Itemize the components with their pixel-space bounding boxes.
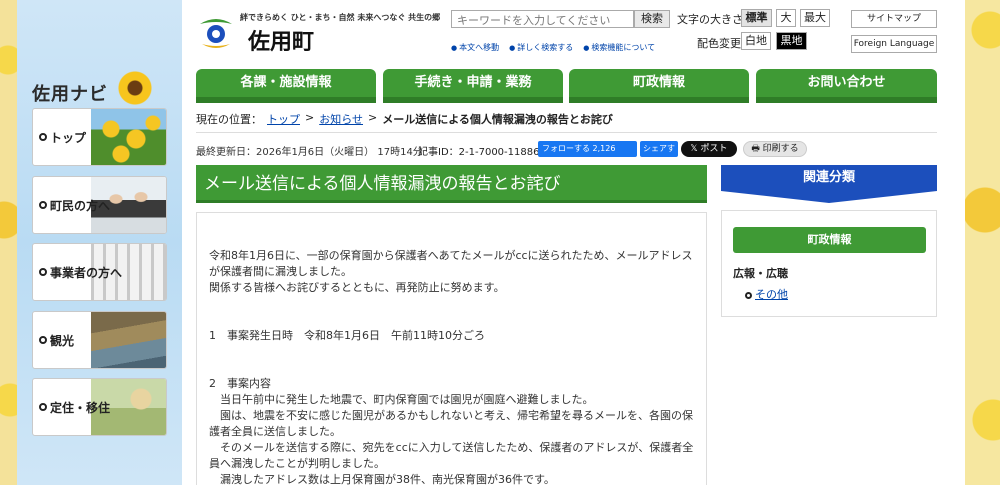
town-logo-icon [200,19,232,48]
tab-procedures[interactable]: 手続き・申請・業務 [383,69,563,103]
bullet-icon [39,133,47,141]
related-category-title: 関連分類 [721,165,937,191]
breadcrumb: 現在の位置： トップ > お知らせ > メール送信による個人情報漏洩の報告とお詫… [196,111,613,127]
paragraph: 関係する皆様へお詫びするとともに、再発防止に努めます。 [209,281,505,294]
foreign-language-button[interactable]: Foreign Language [851,35,937,53]
nav-item-business[interactable]: 事業者の方へ [32,243,167,301]
font-size-max-button[interactable]: 最大 [800,9,830,27]
paragraph: 漏洩したアドレス数は上月保育園が38件、南光保育園が36件です。 [209,473,555,485]
sunflower-field-image [91,109,166,165]
font-size-large-button[interactable]: 大 [776,9,796,27]
related-subcategory: 広報・広聴 [733,267,788,280]
paragraph: 園は、地震を不安に感じた園児があるかもしれないと考え、帰宅希望を尋るメールを、各… [209,409,693,438]
sitemap-button[interactable]: サイトマップ [851,10,937,28]
search-input[interactable]: キーワードを入力してください [451,10,634,28]
right-sunflower-background [965,0,1000,485]
nav-item-residents[interactable]: 町民の方へ [32,176,167,234]
nav-item-label: 事業者の方へ [50,265,123,280]
tab-contact[interactable]: お問い合わせ [756,69,937,103]
breadcrumb-separator: > [305,111,315,124]
nav-item-settlement[interactable]: 定住・移住 [32,378,167,436]
nav-title: 佐用ナビ [32,84,108,105]
sunflower-icon [117,70,153,106]
facebook-follow-button[interactable]: フォローする 2,126 [538,141,637,157]
last-updated: 最終更新日：2026年1月6日（火曜日） 17時14分 [196,147,423,158]
article-body: 令和8年1月6日に、一部の保育園から保護者へあてたメールがccに送られたため、メ… [196,212,707,485]
left-sunflower-background [0,0,17,485]
breadcrumb-prefix: 現在の位置： [196,113,262,126]
search-button[interactable]: 検索 [634,10,670,28]
bullet-icon [39,403,47,411]
divider [196,132,937,133]
bullet-icon [39,268,47,276]
font-size-label: 文字の大きさ [677,13,743,26]
city-name[interactable]: 佐用町 [248,24,314,56]
related-category-button[interactable]: 町政情報 [733,227,926,253]
nav-item-label: トップ [50,130,87,145]
article-id: 記事ID：2-1-7000-11886 [418,147,540,158]
print-button[interactable]: 🖶 印刷する [743,141,807,157]
print-label: 印刷する [762,144,799,154]
section-heading: 2 事案内容 [209,377,271,390]
bullet-icon [745,291,752,299]
section-heading: 1 事案発生日時 令和8年1月6日 午前11時10分ごろ [209,329,485,342]
facebook-share-button[interactable]: シェアする [640,141,678,169]
x-post-label: ポスト [700,144,728,154]
nav-item-label: 定住・移住 [50,400,111,415]
bullet-icon [39,336,47,344]
nav-item-label: 町民の方へ [50,198,111,213]
breadcrumb-separator: > [368,111,378,124]
nav-item-label: 観光 [50,333,75,348]
advanced-search-link[interactable]: 詳しく検索する [509,42,573,53]
skip-to-content-link[interactable]: 本文へ移動 [451,42,499,53]
facebook-follow-label: フォローする 2,126 [542,144,616,153]
left-navigation: 佐用ナビ トップ 町民の方へ 事業者の方へ 観光 定住・移住 [17,0,182,485]
related-link-other[interactable]: その他 [745,286,788,302]
black-background-button[interactable]: 黒地 [776,32,807,50]
breadcrumb-link-top[interactable]: トップ [267,111,300,127]
color-change-label: 配色変更 [697,37,741,50]
x-post-button[interactable]: 𝕏 ポスト [681,141,737,157]
white-background-button[interactable]: 白地 [741,32,771,50]
tourism-image [91,312,166,368]
town-tagline: 絆できらめく ひと・まち・自然 未来へつなぐ 共生の郷 [240,13,441,22]
font-size-standard-button[interactable]: 標準 [741,9,772,27]
nav-item-top[interactable]: トップ [32,108,167,166]
search-help-link[interactable]: 検索機能について [583,42,655,53]
related-arrow [721,191,937,203]
header-sub-links: 本文へ移動 詳しく検索する 検索機能について [451,42,655,53]
tab-town-administration[interactable]: 町政情報 [569,69,749,103]
paragraph: そのメールを送信する際に、宛先をccに入力して送信したため、保護者のアドレスが、… [209,441,694,470]
breadcrumb-current: メール送信による個人情報漏洩の報告とお詫び [382,113,613,126]
paragraph: 当日午前中に発生した地震で、町内保育園では園児が園庭へ避難しました。 [209,393,594,406]
nav-item-tourism[interactable]: 観光 [32,311,167,369]
paragraph: 令和8年1月6日に、一部の保育園から保護者へあてたメールがccに送られたため、メ… [209,249,693,278]
page-title: メール送信による個人情報漏洩の報告とお詫び [196,165,707,203]
tab-departments[interactable]: 各課・施設情報 [196,69,376,103]
bullet-icon [39,201,47,209]
related-link-label: その他 [755,288,788,301]
breadcrumb-link-news[interactable]: お知らせ [319,111,363,127]
